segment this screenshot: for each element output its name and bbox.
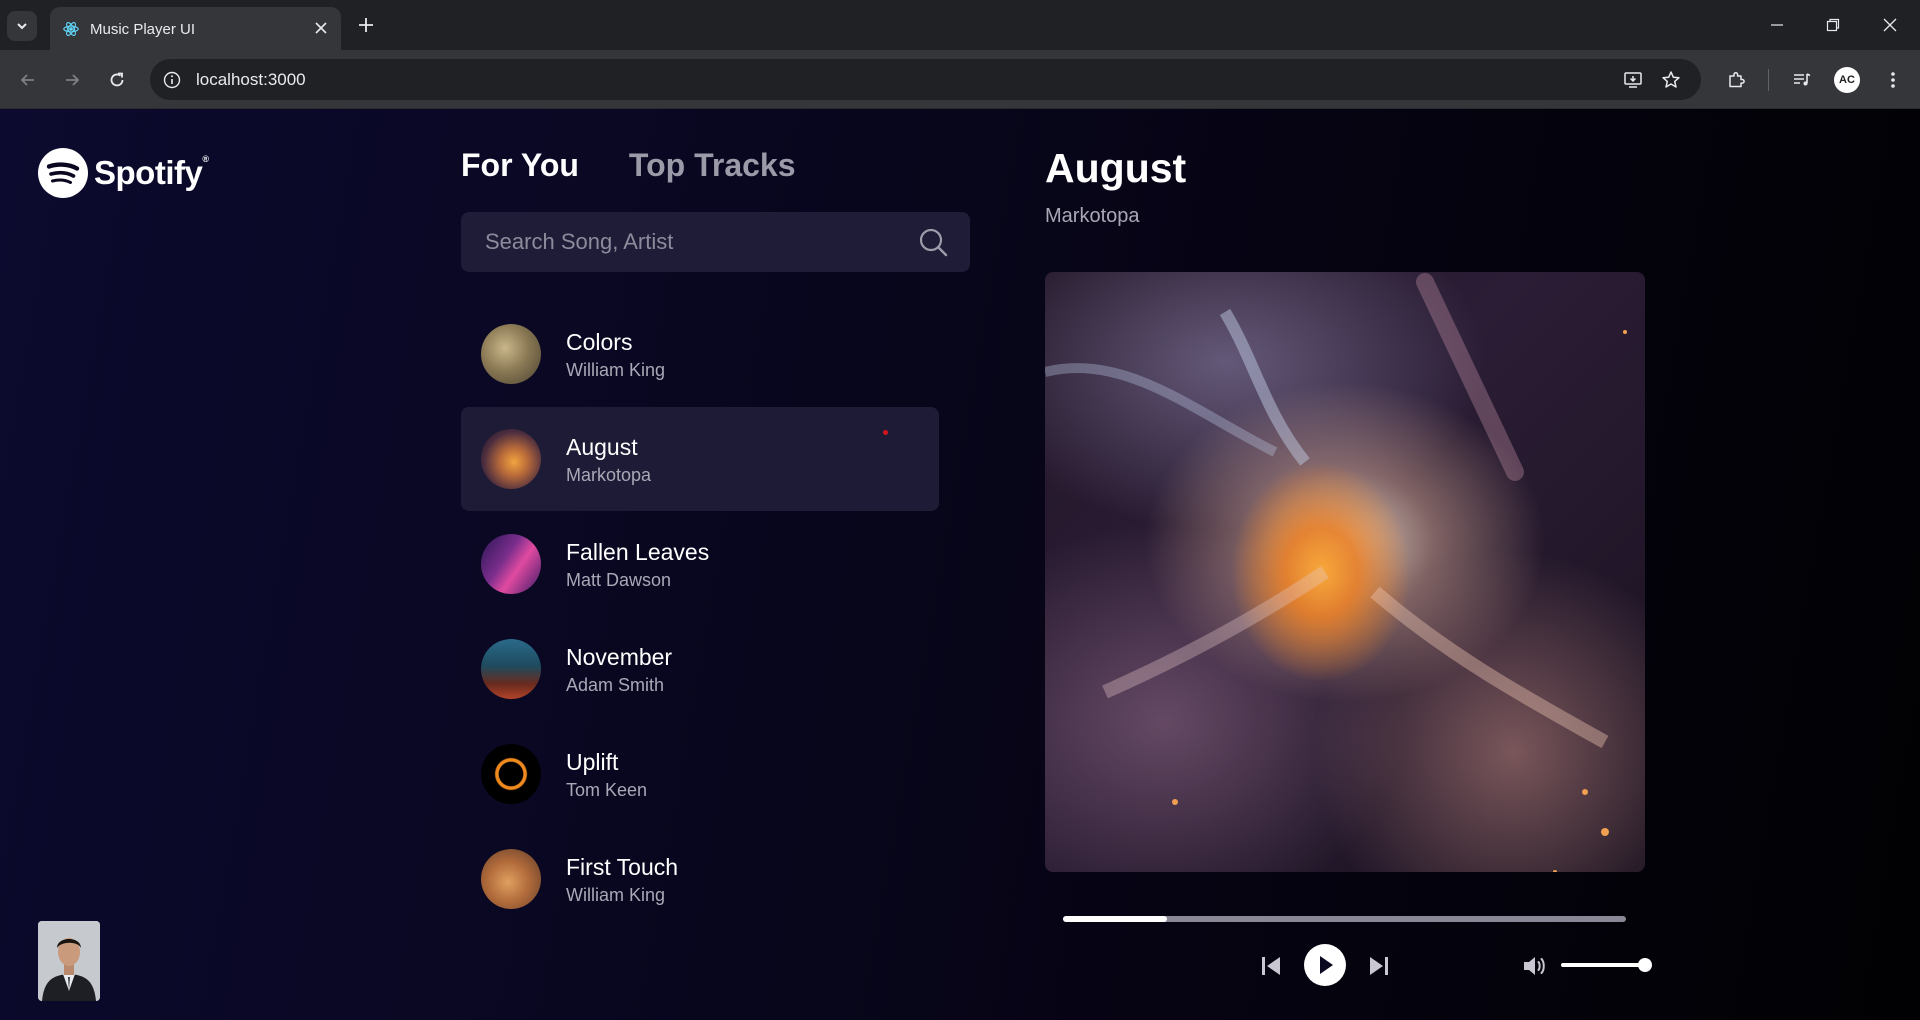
progress-fill xyxy=(1063,916,1167,922)
arrow-right-icon xyxy=(66,74,80,86)
volume-button[interactable] xyxy=(1520,952,1548,980)
album-artwork xyxy=(1045,272,1645,872)
bookmark-button[interactable] xyxy=(1659,68,1683,92)
song-item-active[interactable]: August Markotopa xyxy=(461,407,939,511)
more-vertical-icon xyxy=(1891,72,1895,88)
tab-close-button[interactable] xyxy=(311,18,331,38)
music-player-app: Spotify® For You Top Tracks Colors Willi… xyxy=(0,109,1920,1020)
arrow-left-icon xyxy=(20,74,34,86)
user-avatar[interactable] xyxy=(38,921,100,1001)
site-info-button[interactable] xyxy=(161,69,183,91)
search-box xyxy=(461,212,970,272)
song-cover xyxy=(481,534,541,594)
song-cover xyxy=(481,849,541,909)
spotify-icon xyxy=(38,148,88,198)
toolbar-separator xyxy=(1768,69,1769,91)
play-icon xyxy=(1320,956,1333,974)
restore-icon xyxy=(1826,18,1840,32)
star-icon xyxy=(1662,71,1680,88)
close-icon xyxy=(315,22,327,34)
address-bar[interactable]: localhost:3000 xyxy=(150,59,1701,100)
new-tab-button[interactable] xyxy=(353,12,379,38)
song-cover xyxy=(481,324,541,384)
chevron-down-icon xyxy=(17,23,27,30)
song-item[interactable]: Uplift Tom Keen xyxy=(461,722,939,826)
next-button[interactable] xyxy=(1366,953,1392,979)
song-artist: William King xyxy=(566,360,666,380)
tab-for-you[interactable]: For You xyxy=(461,147,579,184)
song-item[interactable]: Fallen Leaves Matt Dawson xyxy=(461,512,939,616)
volume-slider-handle[interactable] xyxy=(1638,958,1652,972)
now-playing-indicator xyxy=(883,430,888,435)
search-input[interactable] xyxy=(461,212,901,272)
progress-bar[interactable] xyxy=(1063,916,1626,922)
forward-button[interactable] xyxy=(57,65,87,95)
song-title: Colors xyxy=(566,329,633,355)
minimize-button[interactable] xyxy=(1764,12,1790,38)
minimize-icon xyxy=(1771,24,1783,26)
brand-name: Spotify® xyxy=(94,154,209,191)
profile-avatar[interactable]: AC xyxy=(1834,67,1860,93)
song-title: Fallen Leaves xyxy=(566,539,710,565)
restore-button[interactable] xyxy=(1820,12,1846,38)
extensions-button[interactable] xyxy=(1721,65,1751,95)
now-playing-title: August xyxy=(1045,145,1187,191)
song-artist: Matt Dawson xyxy=(566,570,672,590)
skip-forward-icon xyxy=(1370,957,1388,975)
song-item[interactable]: November Adam Smith xyxy=(461,617,939,721)
tab-search-button[interactable] xyxy=(7,11,37,41)
song-item[interactable]: Colors William King xyxy=(461,302,939,406)
volume-icon xyxy=(1524,957,1545,975)
song-item[interactable]: First Touch William King xyxy=(461,827,939,912)
browser-menu-button[interactable] xyxy=(1878,65,1908,95)
nav-tabs: For You Top Tracks xyxy=(461,147,796,184)
media-control-button[interactable] xyxy=(1787,65,1817,95)
search-icon[interactable] xyxy=(918,227,948,257)
skip-back-icon xyxy=(1262,957,1280,975)
close-icon xyxy=(1883,18,1897,32)
play-button[interactable] xyxy=(1304,944,1346,986)
song-list: Colors William King August Markotopa Fal… xyxy=(461,302,939,912)
playlist-icon xyxy=(1794,73,1811,86)
now-playing-artist: Markotopa xyxy=(1045,205,1140,227)
previous-button[interactable] xyxy=(1258,953,1284,979)
song-title: First Touch xyxy=(566,854,679,880)
browser-tab[interactable]: Music Player UI xyxy=(50,7,341,50)
install-icon xyxy=(1624,72,1642,88)
reload-button[interactable] xyxy=(102,65,132,95)
song-artist: Markotopa xyxy=(566,465,652,485)
tab-top-tracks[interactable]: Top Tracks xyxy=(629,147,796,184)
reload-icon xyxy=(110,72,124,87)
window-close-button[interactable] xyxy=(1877,12,1903,38)
song-artist: William King xyxy=(566,885,666,905)
song-title: Uplift xyxy=(566,749,619,775)
song-cover xyxy=(481,429,541,489)
tab-title: Music Player UI xyxy=(90,21,196,38)
plus-icon xyxy=(359,18,373,32)
song-artist: Tom Keen xyxy=(566,780,648,800)
url-text: localhost:3000 xyxy=(196,70,306,89)
song-artist: Adam Smith xyxy=(566,675,665,695)
browser-tab-strip: Music Player UI xyxy=(0,0,1920,50)
song-title: August xyxy=(566,434,638,460)
song-title: November xyxy=(566,644,673,670)
volume-slider[interactable] xyxy=(1561,963,1645,967)
song-cover xyxy=(481,744,541,804)
install-app-button[interactable] xyxy=(1621,68,1645,92)
spotify-logo[interactable]: Spotify® xyxy=(38,147,209,199)
puzzle-icon xyxy=(1729,71,1745,88)
back-button[interactable] xyxy=(13,65,43,95)
browser-toolbar: localhost:3000 AC xyxy=(0,50,1920,109)
react-favicon-icon xyxy=(63,22,79,36)
song-cover xyxy=(481,639,541,699)
info-icon xyxy=(163,71,181,89)
